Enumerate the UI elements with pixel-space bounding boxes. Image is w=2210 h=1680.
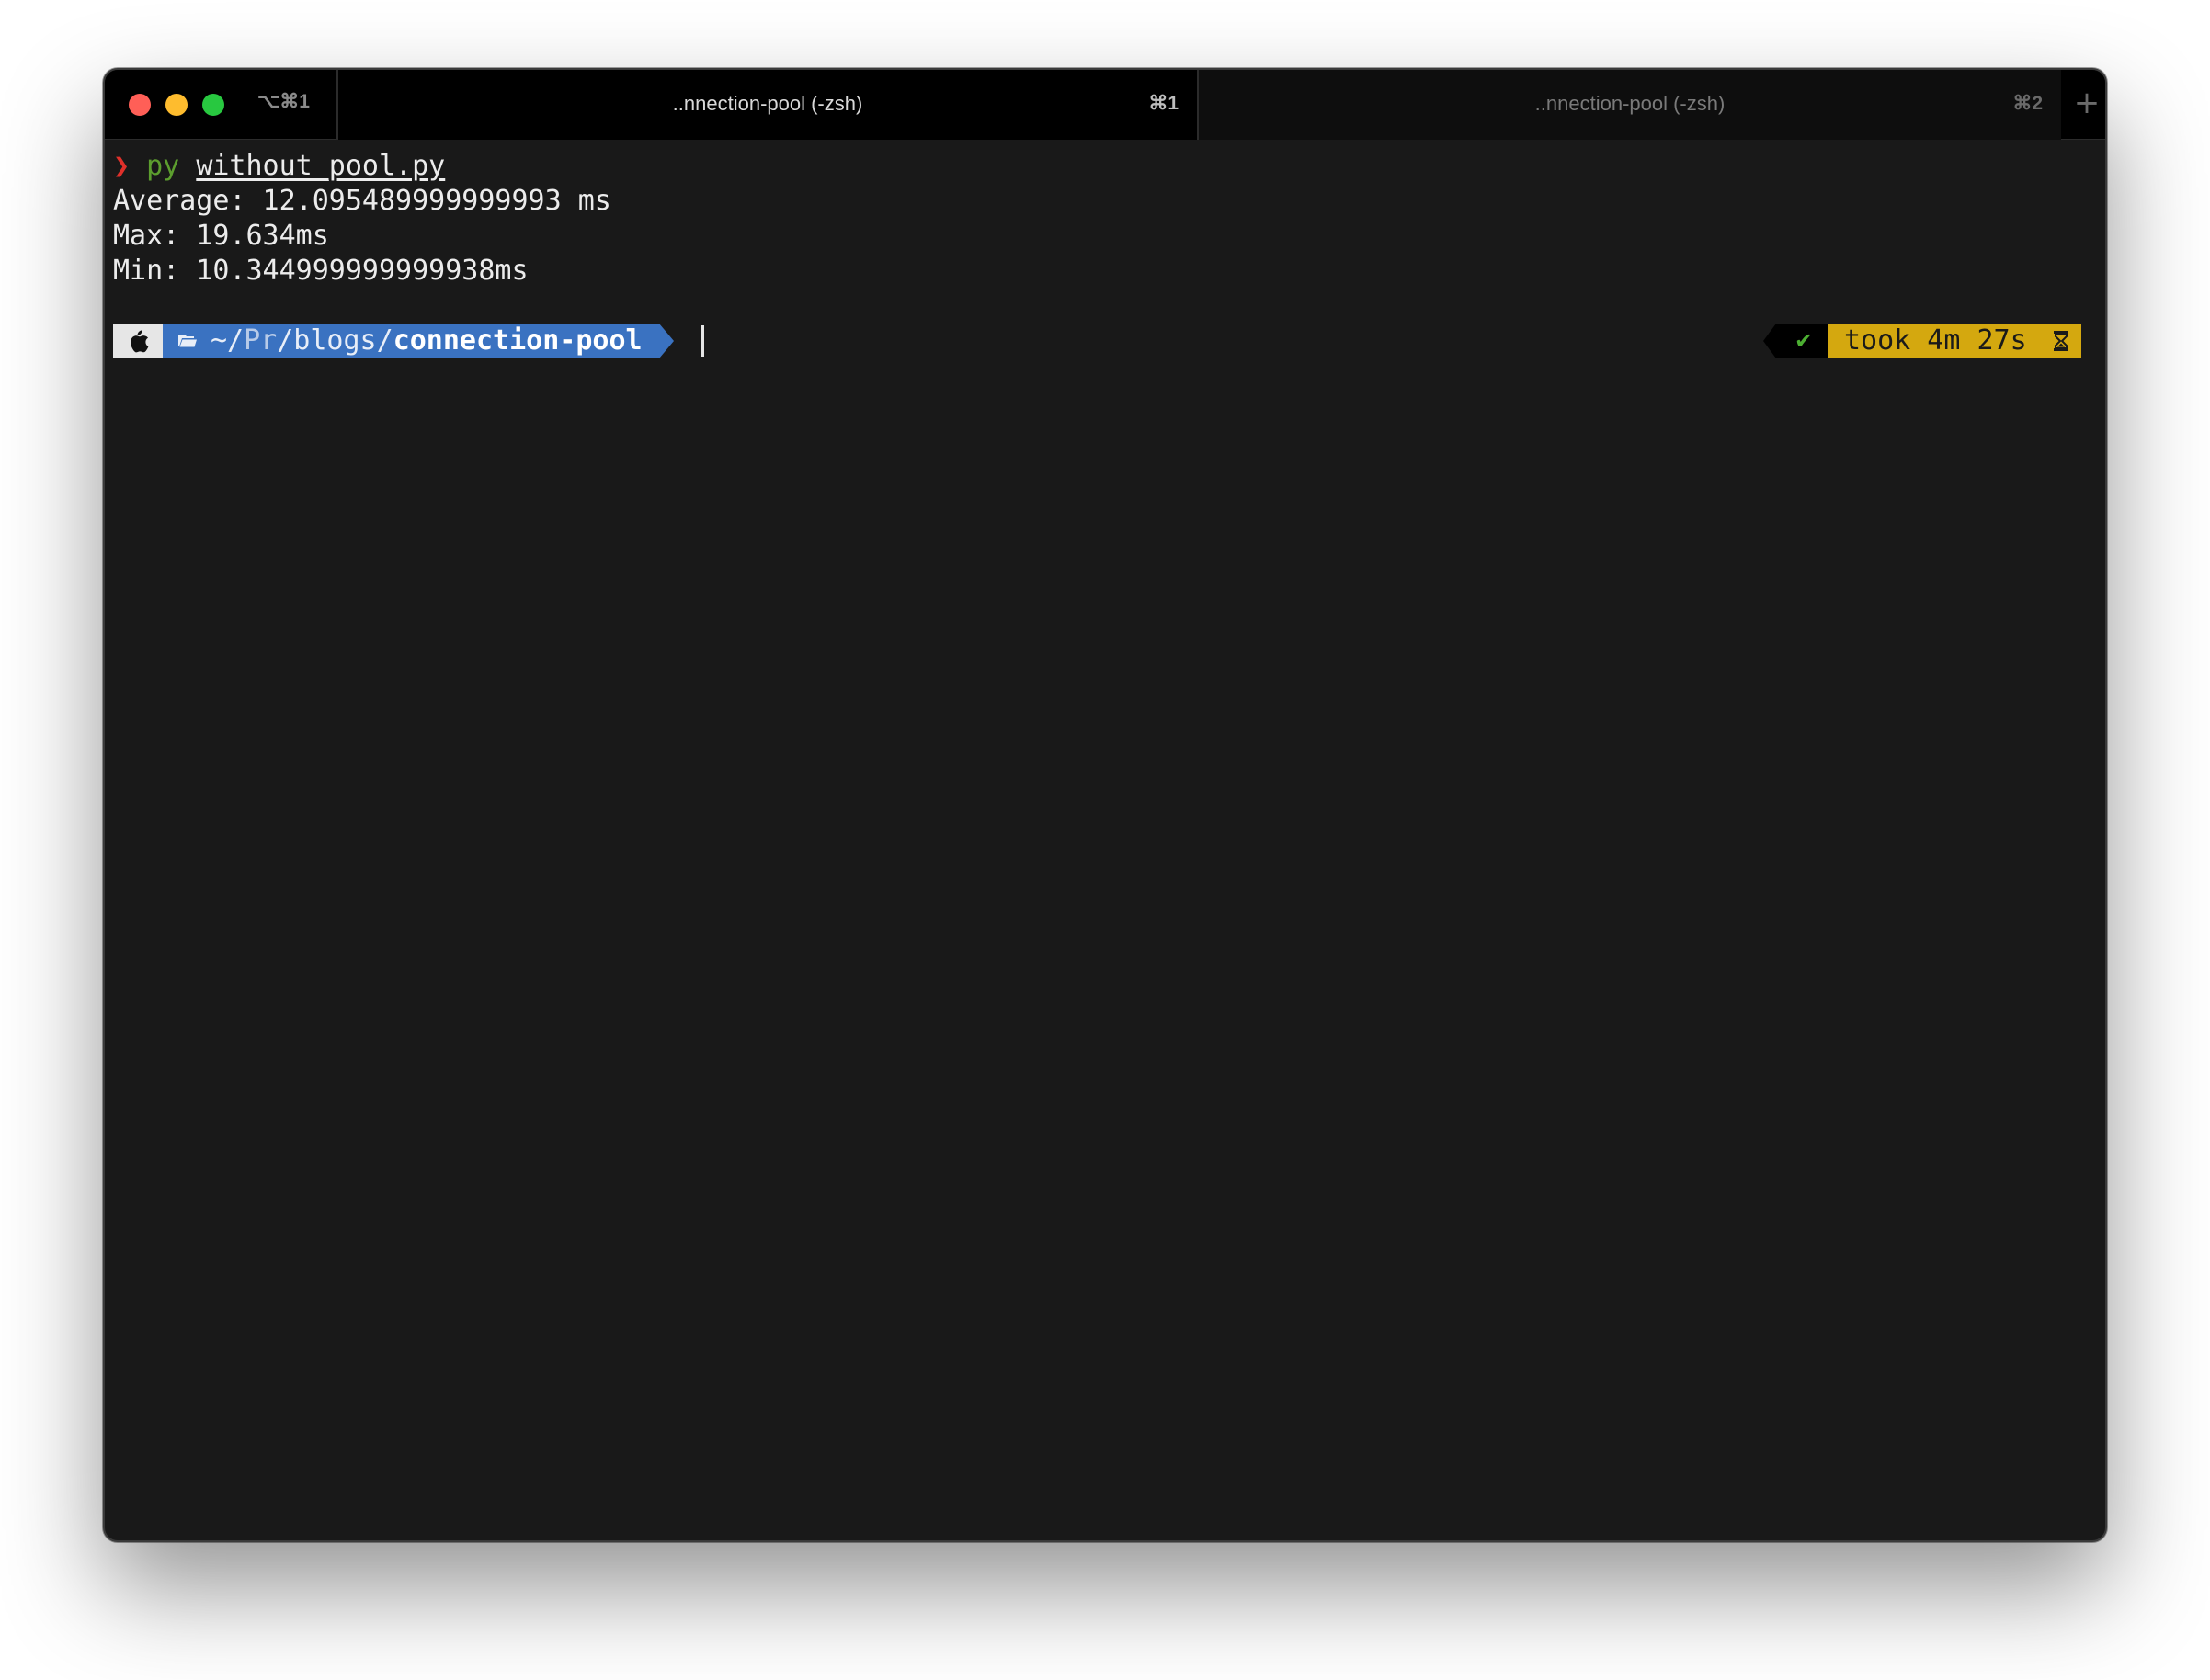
path-segment-arrow — [659, 324, 674, 358]
maximize-window-button[interactable] — [202, 94, 224, 116]
title-bar: ⌥⌘1 ..nnection-pool (-zsh) ⌘1 ..nnection… — [105, 70, 2105, 140]
output-line-min: Min: 10.344999999999938ms — [113, 255, 529, 287]
output-line-average: Average: 12.095489999999993 ms — [113, 185, 611, 217]
path-mid: /blogs/ — [277, 324, 393, 357]
success-check-icon: ✔ — [1794, 328, 1814, 354]
prompt-right: ✔ took 4m 27s — [1763, 324, 2081, 358]
terminal-content[interactable]: ❯ py without_pool.py Average: 12.0954899… — [105, 140, 2105, 1540]
command-program: py — [146, 150, 180, 182]
tab-1-title: ..nnection-pool (-zsh) — [672, 92, 863, 115]
tab-1[interactable]: ..nnection-pool (-zsh) ⌘1 — [336, 70, 1199, 140]
status-segment: ✔ — [1776, 324, 1828, 358]
os-segment — [113, 324, 163, 358]
prompt-chevron-icon: ❯ — [113, 150, 131, 182]
apple-icon — [131, 330, 149, 353]
command-line: ❯ py without_pool.py — [113, 149, 445, 184]
current-path: ~/Pr/blogs/connection-pool — [211, 324, 643, 358]
path-home: ~/ — [211, 324, 245, 357]
path-current-dir: connection-pool — [393, 324, 643, 357]
hourglass-icon — [2054, 331, 2068, 351]
tab-2-shortcut: ⌘2 — [2012, 93, 2043, 114]
close-window-button[interactable] — [129, 94, 151, 116]
window-shortcut: ⌥⌘1 — [257, 91, 310, 112]
new-tab-button[interactable]: + — [2070, 83, 2103, 123]
folder-icon — [178, 335, 197, 347]
output-line-max: Max: 19.634ms — [113, 220, 329, 252]
text-cursor — [701, 325, 704, 357]
status-segment-arrow — [1763, 324, 1776, 358]
tab-1-shortcut: ⌘1 — [1148, 93, 1179, 114]
tab-2-title: ..nnection-pool (-zsh) — [1534, 92, 1726, 115]
duration-segment: took 4m 27s — [1828, 324, 2081, 358]
terminal-window: ⌥⌘1 ..nnection-pool (-zsh) ⌘1 ..nnection… — [103, 68, 2107, 1542]
path-abbrev: Pr — [244, 324, 278, 357]
command-duration: took 4m 27s — [1844, 324, 2027, 357]
minimize-window-button[interactable] — [165, 94, 188, 116]
path-segment: ~/Pr/blogs/connection-pool — [163, 324, 659, 358]
tab-2[interactable]: ..nnection-pool (-zsh) ⌘2 — [1199, 70, 2061, 140]
command-argument: without_pool.py — [196, 150, 446, 182]
